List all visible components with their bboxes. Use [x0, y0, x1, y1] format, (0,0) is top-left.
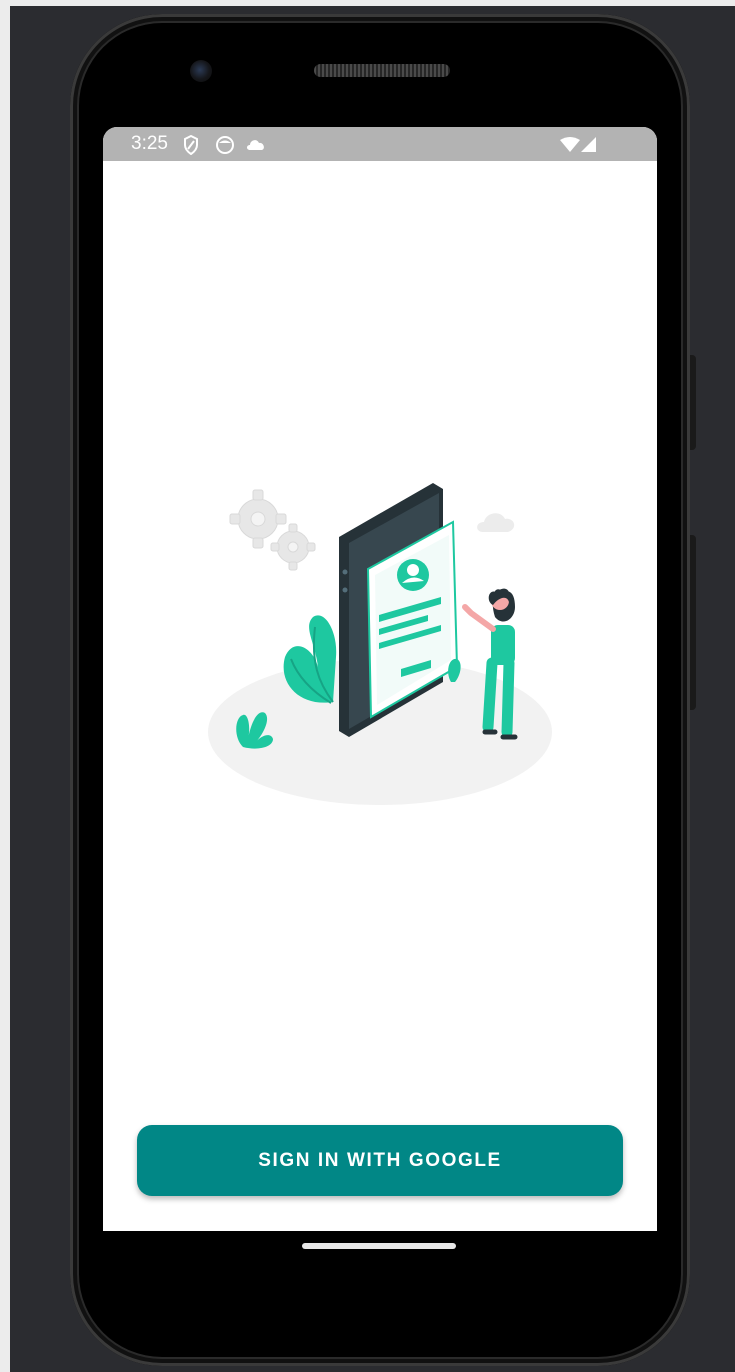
sign-in-with-google-button[interactable]: SIGN IN WITH GOOGLE — [137, 1125, 623, 1196]
window-left-edge — [0, 0, 10, 1372]
gears-icon — [229, 489, 316, 571]
cloud-icon — [477, 513, 515, 532]
earpiece-speaker — [314, 64, 450, 77]
volume-button — [690, 355, 696, 450]
home-indicator[interactable] — [302, 1243, 456, 1249]
wifi-icon — [560, 137, 580, 152]
face-icon — [216, 136, 234, 154]
login-illustration — [208, 483, 552, 805]
status-bar: 3:25 — [103, 127, 657, 161]
shield-icon — [184, 135, 198, 155]
cellular-icon — [581, 137, 596, 152]
front-camera — [190, 60, 212, 82]
app-screen: 3:25 SIGN IN WITH GOOGLE — [103, 127, 657, 1231]
window-top-edge — [0, 0, 735, 6]
cloud-icon — [247, 140, 264, 150]
power-button — [690, 535, 696, 710]
status-time: 3:25 — [131, 133, 168, 154]
